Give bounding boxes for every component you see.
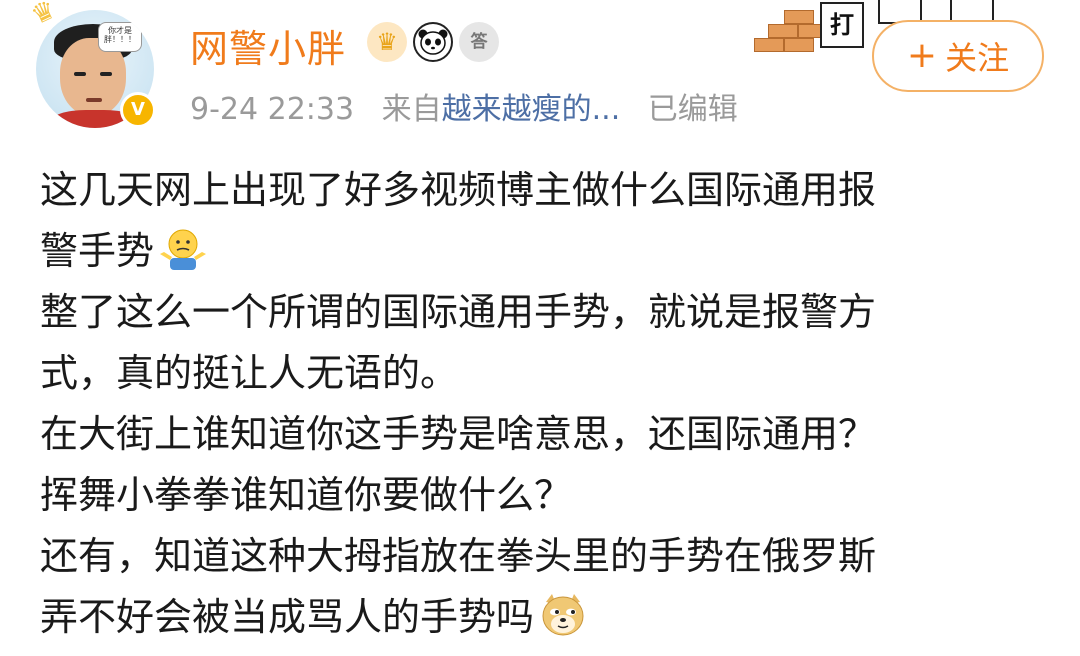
doge-emoji-icon [538,592,588,638]
post-line-with-emoji: 弄不好会被当成骂人的手势吗 [40,587,1040,648]
avatar-container[interactable]: 你才是胖！！！ ♛ V [27,0,162,130]
post-line: 这几天网上出现了好多视频博主做什么国际通用报 [40,168,877,212]
vip-crown-icon[interactable]: ♛ [367,22,407,62]
deco-char-box: 打 [820,2,864,48]
follow-label: 关注 [945,39,1010,77]
user-badges: ♛ 答 [367,22,499,62]
post-line: 挥舞小拳拳谁知道你要做什么？ [40,473,573,517]
source-prefix: 来自 [381,92,442,127]
avatar-eye-left [74,72,86,76]
brick-shape [754,38,784,52]
brick-shape [768,24,798,38]
avatar-mouth [86,98,102,102]
panda-icon-svg [418,29,448,55]
panda-icon[interactable] [413,22,453,62]
source-link[interactable]: 越来越瘦的... [442,92,621,127]
avatar-eye-right [100,72,112,76]
post-line: 还有，知道这种大拇指放在拳头里的手势在俄罗斯 [40,534,877,578]
post-line-with-emoji: 警手势 [40,221,1040,282]
verified-badge-icon: V [120,92,156,128]
post-meta: 9-24 22:33 来自越来越瘦的... 已编辑 [190,84,738,128]
post-line: 整了这么一个所谓的国际通用手势，就说是报警方 [40,290,877,334]
username[interactable]: 网警小胖 [190,18,346,73]
edited-label: 已编辑 [647,92,738,127]
shrug-emoji-icon [158,226,208,272]
doge-emoji-svg [542,594,584,636]
post-line-text: 警手势 [40,229,155,273]
brick-shape [784,38,814,52]
plus-icon: + [906,35,938,76]
post-line: 式，真的挺让人无语的。 [40,351,459,395]
brick-shape [784,10,814,24]
post-line: 在大街上谁知道你这手势是啥意思，还国际通用？ [40,412,877,456]
post-timestamp: 9-24 22:33 [190,92,355,127]
medal-icon[interactable]: 答 [459,22,499,62]
shrug-emoji-svg [160,229,207,270]
avatar-speech-bubble: 你才是胖！！！ [98,22,142,52]
post-line-text: 弄不好会被当成骂人的手势吗 [40,595,535,639]
post-content: 这几天网上出现了好多视频博主做什么国际通用报 警手势 整了这么一个所谓的国际通用… [40,160,1040,648]
follow-button[interactable]: + 关注 [872,20,1044,92]
